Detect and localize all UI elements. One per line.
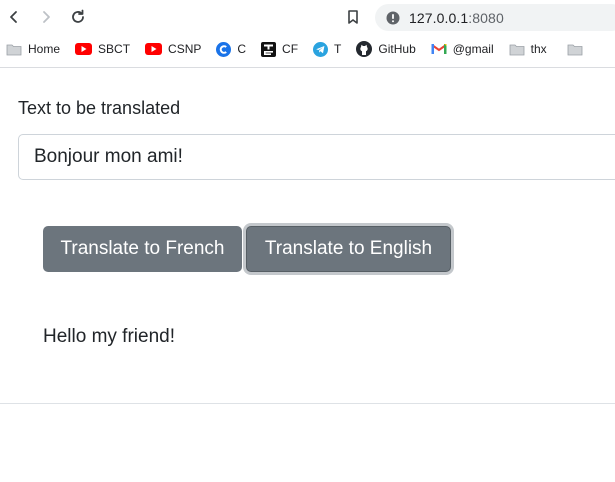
bookmark-icon bbox=[348, 10, 358, 24]
url-port: :8080 bbox=[468, 9, 504, 26]
bookmark-label: GitHub bbox=[378, 42, 416, 56]
folder-icon bbox=[509, 43, 525, 56]
bookmark-label: C bbox=[237, 42, 247, 56]
url-host: 127.0.0.1 bbox=[409, 9, 469, 26]
youtube-icon bbox=[75, 43, 93, 55]
back-button[interactable] bbox=[4, 7, 24, 27]
bookmark-c[interactable]: C bbox=[216, 36, 246, 62]
text-input[interactable] bbox=[18, 134, 615, 180]
bookmark-github[interactable]: GitHub bbox=[356, 36, 416, 62]
github-icon bbox=[356, 41, 373, 57]
bookmark-label: CSNP bbox=[168, 42, 202, 56]
bookmark-page-button[interactable] bbox=[343, 7, 363, 27]
site-info-icon[interactable] bbox=[385, 10, 401, 26]
page-divider bbox=[0, 403, 615, 404]
browser-toolbar: 127.0.0.1:8080 bbox=[0, 0, 615, 34]
bookmark-label: T bbox=[334, 42, 342, 56]
gmail-icon bbox=[431, 43, 447, 55]
forward-button[interactable] bbox=[36, 7, 56, 27]
bookmark-label: Home bbox=[28, 42, 61, 56]
url-text: 127.0.0.1:8080 bbox=[409, 10, 504, 26]
reload-button[interactable] bbox=[68, 7, 88, 27]
bookmark-overflow-folder[interactable] bbox=[567, 36, 589, 62]
bookmark-csnp[interactable]: CSNP bbox=[145, 36, 201, 62]
bookmark-sbct[interactable]: SBCT bbox=[75, 36, 130, 62]
translate-to-french-button[interactable]: Translate to French bbox=[43, 226, 242, 272]
bookmark-label: @gmail bbox=[452, 42, 494, 56]
bookmark-home[interactable]: Home bbox=[6, 36, 60, 62]
folder-icon bbox=[6, 43, 22, 56]
telegram-icon bbox=[313, 41, 329, 57]
reload-icon bbox=[72, 9, 84, 23]
forward-arrow-icon bbox=[43, 11, 50, 23]
bookmark-cf[interactable]: CF bbox=[261, 36, 298, 62]
input-label: Text to be translated bbox=[18, 98, 181, 118]
cf-logo-icon bbox=[261, 41, 277, 57]
bookmarks-bar: Home SBCT CSNP C CF T GitHub @gmail thx bbox=[0, 36, 615, 62]
bookmark-gmail[interactable]: @gmail bbox=[431, 36, 494, 62]
youtube-icon bbox=[145, 43, 163, 55]
chrome-divider bbox=[0, 67, 615, 68]
bookmark-label: SBCT bbox=[98, 42, 131, 56]
address-bar[interactable]: 127.0.0.1:8080 bbox=[375, 4, 615, 31]
translation-result: Hello my friend! bbox=[43, 326, 175, 347]
c-logo-icon bbox=[216, 41, 232, 57]
bookmark-label: thx bbox=[530, 42, 547, 56]
bookmark-t[interactable]: T bbox=[313, 36, 341, 62]
folder-icon bbox=[567, 43, 583, 56]
bookmark-thx[interactable]: thx bbox=[509, 36, 547, 62]
back-arrow-icon bbox=[10, 11, 17, 23]
translate-to-english-button[interactable]: Translate to English bbox=[246, 226, 451, 272]
bookmark-label: CF bbox=[282, 42, 299, 56]
